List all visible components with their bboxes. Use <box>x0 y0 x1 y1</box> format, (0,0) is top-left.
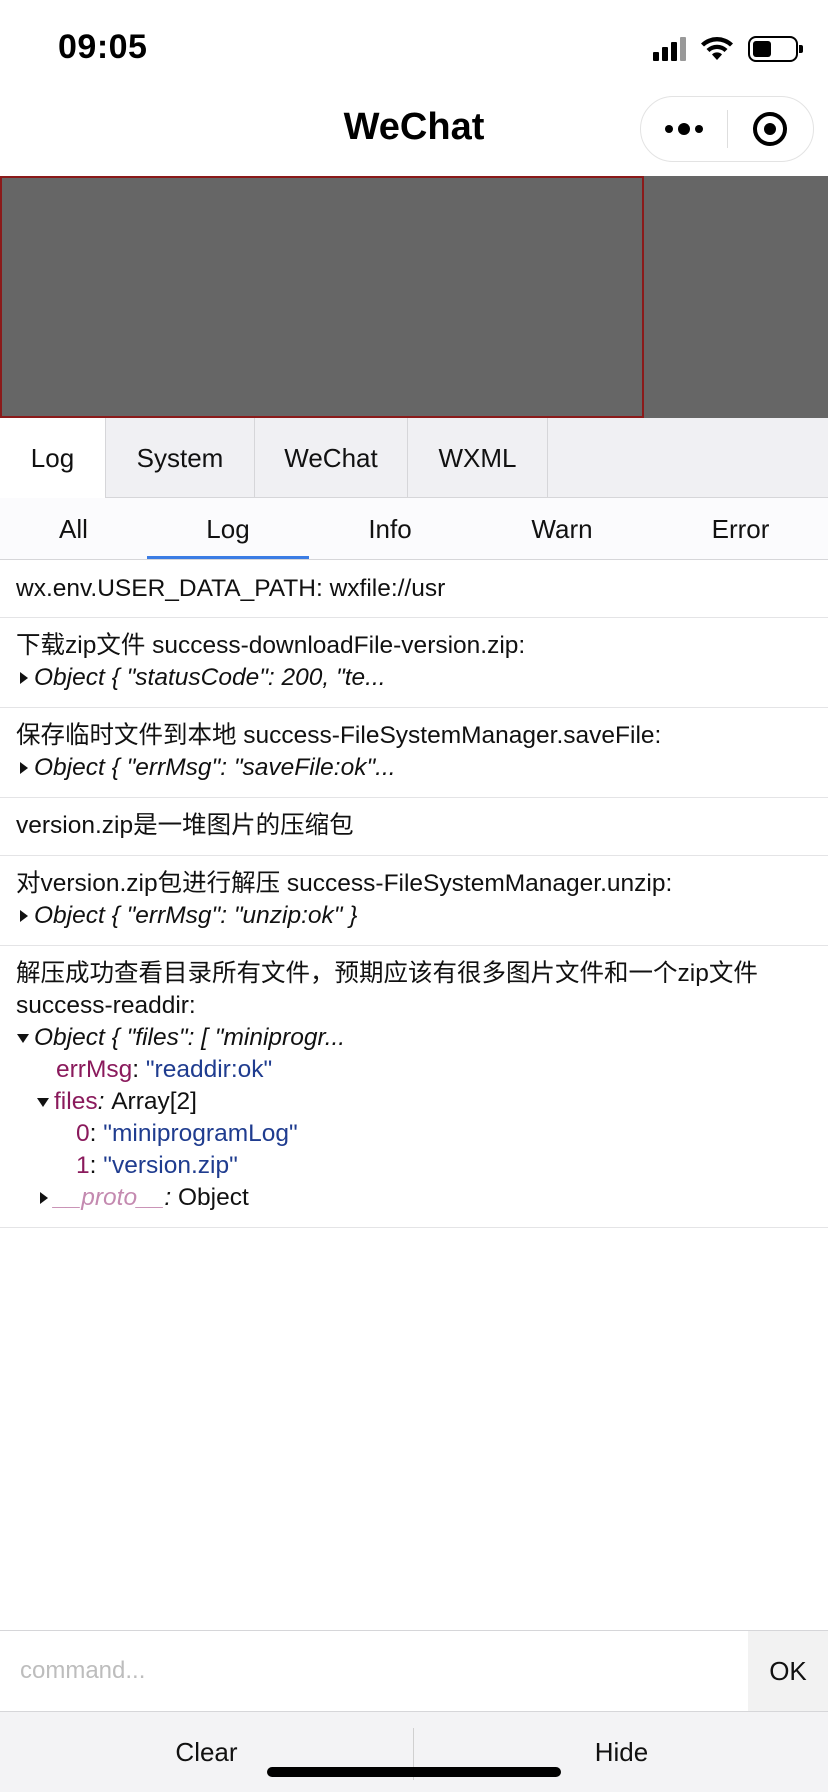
log-text: success-readdir: <box>16 992 196 1019</box>
expand-triangle-icon <box>20 762 28 774</box>
log-entry: wx.env.USER_DATA_PATH: wxfile://usr <box>0 561 828 618</box>
command-input[interactable] <box>0 1631 748 1711</box>
status-icons <box>653 34 803 64</box>
expand-triangle-icon <box>20 910 28 922</box>
console-tabs: Log System WeChat WXML <box>0 418 828 498</box>
tab-system[interactable]: System <box>106 418 255 498</box>
element-highlight-box <box>0 176 644 418</box>
tree-value: "version.zip" <box>103 1152 238 1179</box>
log-entry: version.zip是一堆图片的压缩包 <box>0 798 828 856</box>
object-summary: Object { "errMsg": "unzip:ok" } <box>34 902 358 929</box>
tree-key: 1 <box>76 1152 90 1179</box>
home-indicator[interactable] <box>267 1767 561 1777</box>
filter-error[interactable]: Error <box>653 498 828 560</box>
collapse-triangle-icon <box>37 1097 49 1107</box>
more-button[interactable] <box>641 97 727 161</box>
nav-bar: WeChat <box>0 92 828 176</box>
tree-key: __proto__ <box>54 1184 165 1211</box>
wifi-icon <box>701 37 733 60</box>
log-text: 对version.zip包进行解压 success-FileSystemMana… <box>16 870 673 897</box>
close-mini-program-button[interactable] <box>728 97 814 161</box>
tab-log[interactable]: Log <box>0 418 106 498</box>
object-toggle[interactable]: Object { "errMsg": "saveFile:ok"... <box>16 752 812 784</box>
log-text: 保存临时文件到本地 success-FileSystemManager.save… <box>16 722 662 749</box>
tree-value: Object <box>177 1184 249 1211</box>
more-dots-icon <box>664 123 703 135</box>
log-text: wx.env.USER_DATA_PATH: wxfile://usr <box>16 575 446 602</box>
tree-key: files <box>54 1088 98 1115</box>
collapse-triangle-icon <box>17 1033 29 1043</box>
bottom-bar: Clear Hide <box>0 1712 828 1792</box>
log-filter-tabs: All Log Info Warn Error <box>0 498 828 560</box>
status-bar: 09:05 <box>0 0 828 92</box>
tree-value: Array[2] <box>111 1088 197 1115</box>
object-summary: Object { "errMsg": "saveFile:ok"... <box>34 754 396 781</box>
log-text: version.zip是一堆图片的压缩包 <box>16 812 354 839</box>
tree-value: "miniprogramLog" <box>103 1120 298 1147</box>
cellular-signal-icon <box>653 37 686 61</box>
tree-key: 0 <box>76 1120 90 1147</box>
battery-icon <box>748 36 803 62</box>
log-text: 解压成功查看目录所有文件，预期应该有很多图片文件和一个zip文件 <box>16 960 758 987</box>
clear-button[interactable]: Clear <box>0 1712 413 1792</box>
object-toggle[interactable]: Object { "errMsg": "unzip:ok" } <box>16 900 812 932</box>
tab-wechat[interactable]: WeChat <box>255 418 408 498</box>
record-target-icon <box>753 112 788 146</box>
object-summary: Object { "statusCode": 200, "te... <box>34 664 386 691</box>
ok-button[interactable]: OK <box>748 1631 828 1711</box>
filter-all[interactable]: All <box>0 498 147 560</box>
tree-node-files[interactable]: files: Array[2] <box>16 1086 812 1118</box>
hide-button[interactable]: Hide <box>415 1712 828 1792</box>
log-entry: 保存临时文件到本地 success-FileSystemManager.save… <box>0 708 828 798</box>
tree-node-proto[interactable]: __proto__: Object <box>16 1182 812 1214</box>
object-toggle[interactable]: Object { "files": [ "miniprogr... <box>16 1022 812 1054</box>
tree-node-errmsg: errMsg: "readdir:ok" <box>16 1054 812 1086</box>
tree-node-file0: 0: "miniprogramLog" <box>16 1118 812 1150</box>
status-time: 09:05 <box>58 28 148 66</box>
filter-log[interactable]: Log <box>147 498 309 560</box>
command-bar: OK <box>0 1630 828 1712</box>
expand-triangle-icon <box>40 1192 48 1204</box>
log-entry: 解压成功查看目录所有文件，预期应该有很多图片文件和一个zip文件 success… <box>0 946 828 1228</box>
log-entry: 对version.zip包进行解压 success-FileSystemMana… <box>0 856 828 946</box>
object-toggle[interactable]: Object { "statusCode": 200, "te... <box>16 662 812 694</box>
tree-key: errMsg <box>56 1056 133 1083</box>
log-entry: 下载zip文件 success-downloadFile-version.zip… <box>0 618 828 708</box>
expand-triangle-icon <box>20 672 28 684</box>
tree-node-file1: 1: "version.zip" <box>16 1150 812 1182</box>
filter-info[interactable]: Info <box>309 498 471 560</box>
log-list: wx.env.USER_DATA_PATH: wxfile://usr 下载zi… <box>0 561 828 1228</box>
tab-wxml[interactable]: WXML <box>408 418 548 498</box>
mini-program-capsule <box>640 96 814 162</box>
filter-warn[interactable]: Warn <box>471 498 653 560</box>
active-filter-underline <box>147 556 309 559</box>
inspected-element-area <box>0 176 828 418</box>
object-summary: Object { "files": [ "miniprogr... <box>34 1024 346 1051</box>
log-text: 下载zip文件 success-downloadFile-version.zip… <box>16 632 526 659</box>
tree-value: "readdir:ok" <box>145 1056 273 1083</box>
